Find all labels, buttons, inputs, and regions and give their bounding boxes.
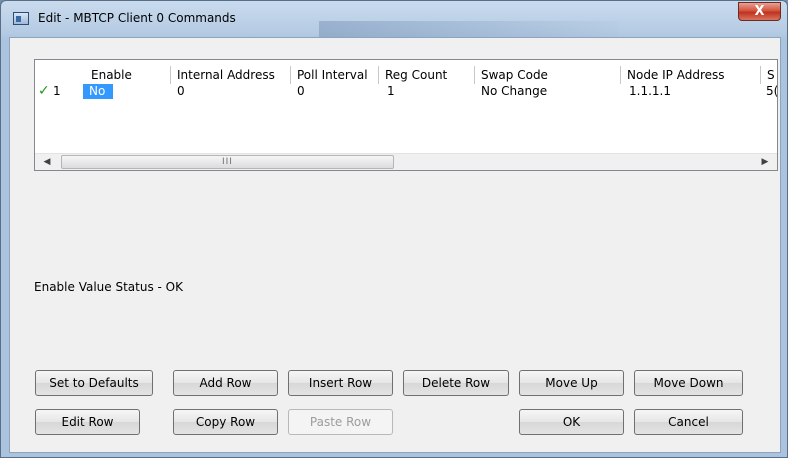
title-bar[interactable]: Edit - MBTCP Client 0 Commands X	[1, 1, 787, 37]
window-title: Edit - MBTCP Client 0 Commands	[38, 11, 236, 25]
cell-poll-interval[interactable]: 0	[297, 83, 305, 99]
scroll-thumb[interactable]: III	[61, 155, 394, 169]
commands-grid[interactable]: Enable Internal Address Poll Interval Re…	[34, 59, 778, 171]
scroll-grip-icon: III	[222, 157, 233, 167]
delete-row-button[interactable]: Delete Row	[403, 370, 509, 396]
move-down-button[interactable]: Move Down	[634, 370, 743, 396]
app-icon	[13, 12, 29, 25]
dialog-window: Edit - MBTCP Client 0 Commands X Enable …	[0, 0, 788, 458]
status-text: Enable Value Status - OK	[34, 280, 183, 294]
edit-row-button[interactable]: Edit Row	[35, 409, 140, 435]
scroll-right-icon[interactable]: ▶	[757, 155, 773, 170]
column-header-swap-code[interactable]: Swap Code	[475, 66, 621, 84]
move-up-button[interactable]: Move Up	[519, 370, 624, 396]
set-to-defaults-button[interactable]: Set to Defaults	[35, 370, 153, 396]
cell-truncated[interactable]: 5(	[766, 83, 777, 99]
cell-internal-address[interactable]: 0	[177, 83, 185, 99]
close-button[interactable]: X	[738, 2, 781, 21]
copy-row-button[interactable]: Copy Row	[173, 409, 278, 435]
column-header-truncated[interactable]: S	[761, 66, 777, 84]
cancel-button[interactable]: Cancel	[634, 409, 743, 435]
dialog-client-area: Enable Internal Address Poll Interval Re…	[9, 37, 781, 453]
add-row-button[interactable]: Add Row	[173, 370, 278, 396]
horizontal-scrollbar[interactable]: ◀ III ▶	[35, 153, 777, 170]
column-header-reg-count[interactable]: Reg Count	[379, 66, 475, 84]
column-header-enable[interactable]: Enable	[85, 66, 171, 84]
row-ok-check-icon: ✓	[38, 83, 50, 99]
row-number: 1	[53, 84, 61, 98]
insert-row-button[interactable]: Insert Row	[288, 370, 393, 396]
background-window-title	[319, 21, 619, 37]
cell-enable[interactable]: No	[83, 84, 113, 99]
scroll-left-icon[interactable]: ◀	[39, 155, 55, 170]
cell-swap-code[interactable]: No Change	[481, 83, 547, 99]
cell-reg-count[interactable]: 1	[387, 83, 395, 99]
column-header-internal-address[interactable]: Internal Address	[171, 66, 291, 84]
cell-node-ip-address[interactable]: 1.1.1.1	[629, 83, 671, 99]
ok-button[interactable]: OK	[519, 409, 624, 435]
column-header-poll-interval[interactable]: Poll Interval	[291, 66, 379, 84]
column-header-node-ip-address[interactable]: Node IP Address	[621, 66, 761, 84]
paste-row-button[interactable]: Paste Row	[288, 409, 393, 435]
